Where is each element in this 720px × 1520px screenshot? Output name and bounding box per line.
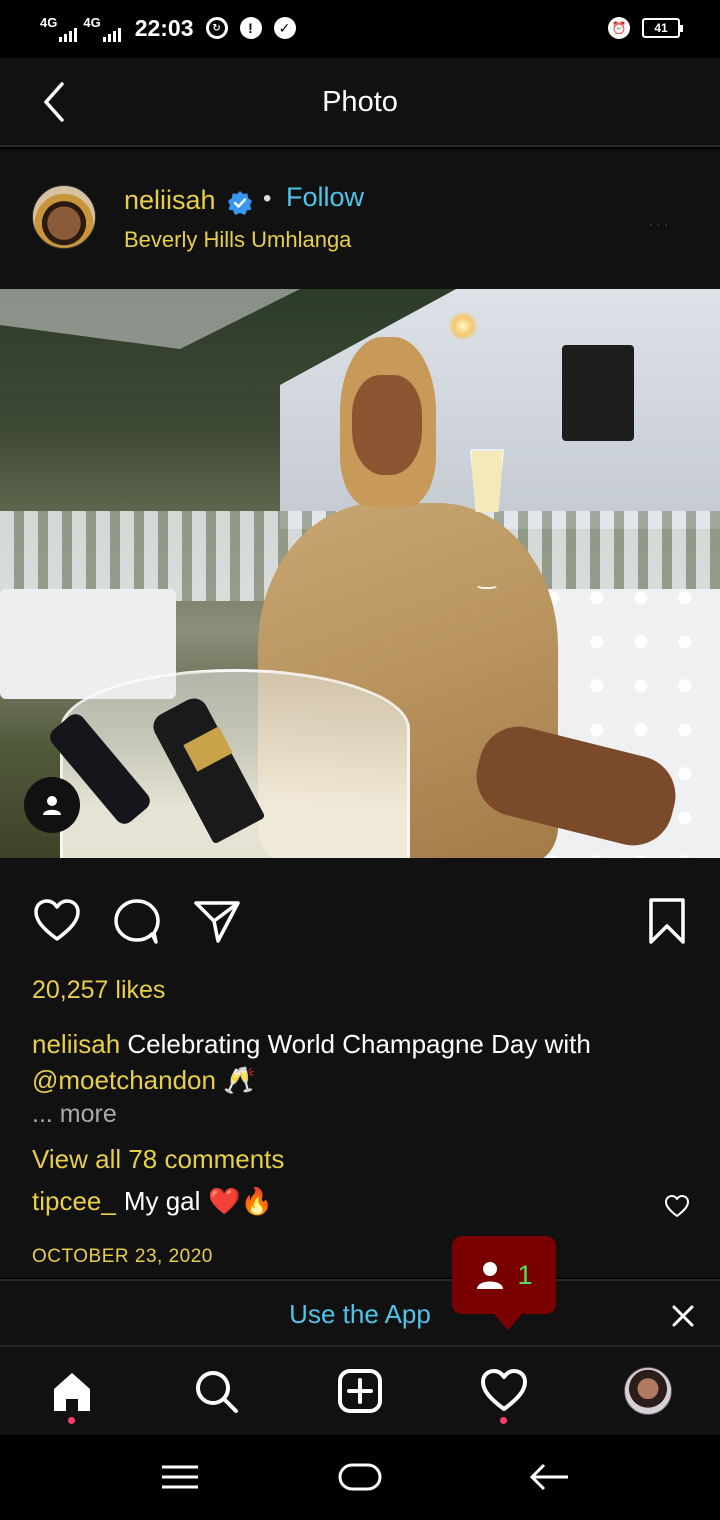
post-date: OCTOBER 23, 2020 xyxy=(32,1246,213,1267)
alarm-icon: ⏰ xyxy=(608,17,630,39)
bookmark-icon[interactable] xyxy=(642,896,692,946)
caption-mention[interactable]: @moetchandon xyxy=(32,1065,216,1095)
home-icon[interactable] xyxy=(48,1367,96,1415)
status-left: 4G 4G 22:03 ↻ ! ✓ xyxy=(40,14,296,42)
view-all-comments-link[interactable]: View all 78 comments xyxy=(32,1144,284,1175)
plus-square-icon[interactable] xyxy=(336,1367,384,1415)
signal-bars-icon xyxy=(102,28,121,42)
post-location[interactable]: Beverly Hills Umhlanga xyxy=(124,227,351,253)
caption-emoji: 🥂 xyxy=(215,1065,256,1095)
menu-icon[interactable] xyxy=(150,1457,210,1497)
photo-speaker xyxy=(562,345,634,441)
top-header: Photo xyxy=(0,58,720,147)
system-nav-bar xyxy=(0,1435,720,1520)
separator-dot: • xyxy=(263,185,272,212)
alert-icon: ! xyxy=(239,17,262,39)
home-pill-icon[interactable] xyxy=(330,1457,390,1497)
network-label-1: 4G xyxy=(40,15,58,30)
follow-button[interactable]: Follow xyxy=(286,182,364,213)
comment-text: My gal xyxy=(123,1186,201,1216)
more-options-icon[interactable]: ... xyxy=(648,209,671,232)
notification-count: 1 xyxy=(517,1259,533,1290)
post-photo[interactable] xyxy=(0,289,720,858)
author-avatar[interactable] xyxy=(32,185,96,249)
post-caption: neliisah Celebrating World Champagne Day… xyxy=(32,1026,672,1098)
search-icon[interactable] xyxy=(192,1367,240,1415)
comment-heart-icon[interactable] xyxy=(664,1193,690,1219)
signal-1: 4G xyxy=(40,14,78,42)
likes-count[interactable]: 20,257 likes xyxy=(32,976,165,1005)
caption-username[interactable]: neliisah xyxy=(32,1029,120,1059)
page-title: Photo xyxy=(322,86,398,118)
author-username[interactable]: neliisah xyxy=(124,185,216,216)
comment-bubble-icon[interactable] xyxy=(112,896,162,946)
clock: 22:03 xyxy=(134,14,194,41)
battery-icon: 41 xyxy=(642,18,683,38)
photo-tent-left xyxy=(0,289,300,349)
profile-avatar-tab[interactable] xyxy=(624,1367,672,1415)
home-notification-dot xyxy=(68,1417,75,1424)
post-actions-area: 20,257 likes neliisah Celebrating World … xyxy=(0,858,720,1278)
heart-icon[interactable] xyxy=(32,896,82,946)
comment-username[interactable]: tipcee_ xyxy=(32,1186,116,1217)
follower-notification-popup[interactable]: 1 xyxy=(452,1236,556,1330)
signal-2: 4G xyxy=(83,14,121,42)
back-arrow-icon[interactable] xyxy=(520,1457,580,1497)
tagged-users-button[interactable] xyxy=(24,777,80,833)
post-header: neliisah • Follow Beverly Hills Umhlanga… xyxy=(0,149,720,289)
user-icon xyxy=(43,796,61,815)
activity-heart-icon[interactable] xyxy=(480,1367,528,1415)
use-the-app-link[interactable]: Use the App xyxy=(0,1299,720,1330)
close-icon[interactable] xyxy=(670,1303,696,1329)
photo-face xyxy=(352,375,422,475)
battery-level: 41 xyxy=(654,21,668,35)
sync-icon: ↻ xyxy=(205,17,228,39)
comment-emoji: ❤️🔥 xyxy=(208,1186,274,1216)
caption-more-link[interactable]: ... more xyxy=(32,1100,117,1129)
caption-text: Celebrating World Champagne Day with xyxy=(120,1029,591,1059)
network-label-2: 4G xyxy=(83,15,101,30)
photo-light xyxy=(448,311,478,341)
data-saver-icon: ✓ xyxy=(273,17,296,39)
signal-bars-icon xyxy=(59,28,78,42)
user-icon xyxy=(477,1262,504,1289)
activity-notification-dot xyxy=(500,1417,507,1424)
send-icon[interactable] xyxy=(192,896,242,946)
status-right: ⏰ 41 xyxy=(602,17,683,39)
bottom-tab-bar xyxy=(0,1347,720,1435)
comment-row: tipcee_ My gal ❤️🔥 xyxy=(32,1186,273,1217)
use-app-banner: Use the App xyxy=(0,1279,720,1347)
verified-badge-icon xyxy=(228,191,252,215)
status-bar: 4G 4G 22:03 ↻ ! ✓ ⏰ 41 xyxy=(0,0,720,58)
